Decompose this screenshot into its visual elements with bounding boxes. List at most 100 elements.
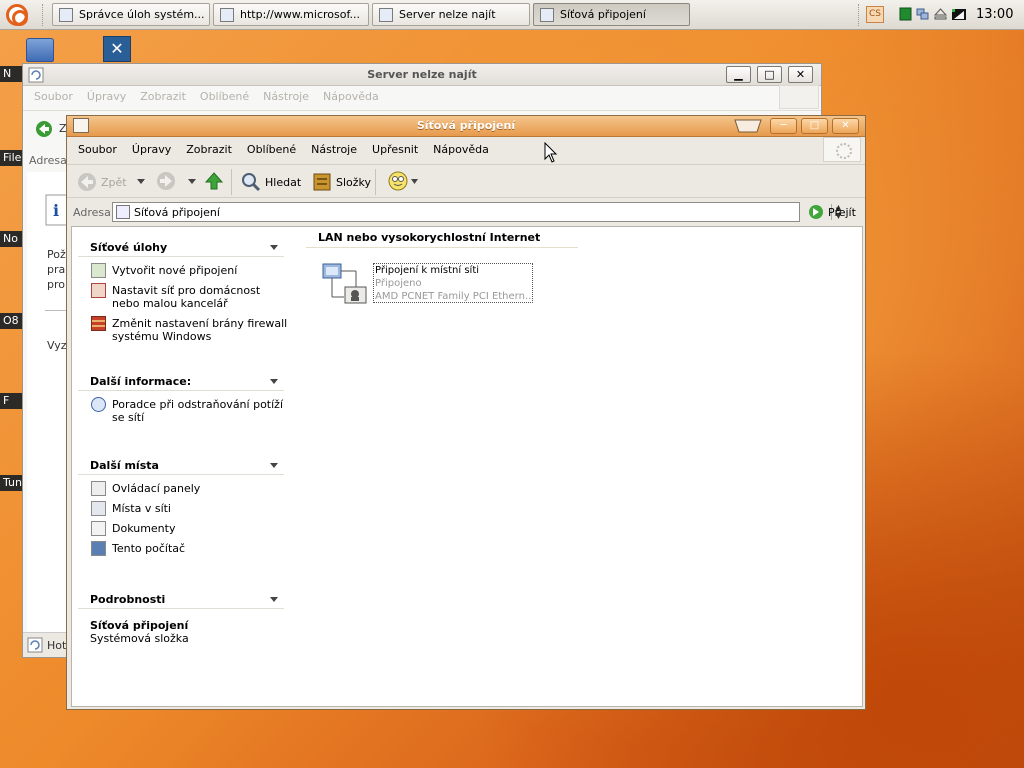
details-title: Síťová připojení (90, 619, 189, 632)
lan-section-header: LAN nebo vysokorychlostní Internet (306, 231, 578, 248)
collapse-caret-icon[interactable] (270, 597, 278, 602)
task-item-home-network[interactable]: Nastavit síť pro domácnost nebo malou ka… (78, 283, 288, 310)
svg-text:i: i (53, 201, 59, 220)
eject-icon[interactable] (934, 7, 947, 21)
views-smiley-icon[interactable] (387, 170, 411, 192)
battery-power-icon[interactable] (951, 7, 968, 21)
folders-button[interactable]: Složky (312, 171, 371, 193)
connection-name: Připojení k místní síti (375, 265, 480, 276)
close-button[interactable]: ✕ (788, 66, 813, 83)
window-shade-icon[interactable] (733, 118, 763, 134)
forward-arrow-icon[interactable] (156, 171, 176, 191)
chevron-down-icon[interactable] (411, 179, 418, 185)
task-item-network-places[interactable]: Místa v síti (78, 501, 288, 516)
menu-item-nastroje[interactable]: Nástroje (263, 90, 309, 103)
task-item-my-computer[interactable]: Tento počítač (78, 541, 288, 556)
folders-button-label: Složky (336, 175, 372, 189)
desktop-icon-label[interactable]: N (0, 66, 22, 82)
menu-item-soubor[interactable]: Soubor (78, 143, 117, 156)
collapse-caret-icon[interactable] (270, 463, 278, 468)
chevron-down-icon[interactable] (188, 179, 196, 185)
connection-label-box[interactable]: Připojení k místní síti Připojeno AMD PC… (373, 263, 533, 303)
menu-item-upravy[interactable]: Úpravy (87, 90, 126, 103)
address-input[interactable]: Síťová připojení ▲ ▼ (112, 202, 842, 222)
ubuntu-logo-icon[interactable] (6, 4, 28, 26)
window-titlebar[interactable]: Síťová připojení ─ □ ✕ (67, 116, 865, 137)
toolbar-divider (23, 110, 821, 111)
menu-item-napoveda[interactable]: Nápověda (433, 143, 489, 156)
task-group-header[interactable]: Další informace: (78, 371, 284, 391)
taskbar-button-server-not-found[interactable]: Server nelze najít (372, 3, 530, 26)
task-item-documents[interactable]: Dokumenty (78, 521, 288, 536)
search-button[interactable]: Hledat (241, 171, 301, 193)
desktop-folder-icon[interactable] (26, 38, 54, 62)
desktop-icon-label[interactable]: O8 (0, 313, 22, 329)
back-arrow-icon[interactable] (35, 120, 53, 138)
taskbar-button-task-manager[interactable]: Správce úloh systém... (52, 3, 210, 26)
task-item-new-connection[interactable]: Vytvořit nové připojení (78, 263, 288, 278)
new-connection-icon (91, 263, 106, 278)
activity-throbber (823, 137, 861, 162)
system-monitor-icon[interactable] (899, 7, 912, 21)
task-item-label: Dokumenty (112, 522, 176, 535)
task-group-header[interactable]: Další místa (78, 455, 284, 475)
maximize-button[interactable]: □ (801, 118, 828, 134)
toolbar-separator (231, 169, 232, 195)
chevron-down-icon[interactable] (137, 179, 145, 185)
minimize-button[interactable]: ▁ (726, 66, 751, 83)
details-subtitle: Systémová složka (90, 632, 189, 645)
menu-item-upresnit[interactable]: Upřesnit (372, 143, 418, 156)
top-panel: Správce úloh systém... http://www.micros… (0, 0, 1024, 30)
task-group-title: Další místa (90, 459, 159, 472)
taskbar-button-network-connections[interactable]: Síťová připojení (533, 3, 690, 26)
task-item-troubleshooter[interactable]: Poradce při odstraňování potíží se sítí (78, 397, 288, 424)
up-folder-icon[interactable] (204, 171, 224, 191)
menu-item-upravy[interactable]: Úpravy (132, 143, 171, 156)
local-area-connection-item[interactable]: Připojení k místní síti Připojeno AMD PC… (322, 263, 536, 305)
task-item-label: Místa v síti (112, 502, 171, 515)
background-window-menubar: Soubor Úpravy Zobrazit Oblíbené Nástroje… (34, 90, 379, 103)
collapse-caret-icon[interactable] (270, 379, 278, 384)
background-statusbar: Hoto (23, 632, 73, 657)
back-button[interactable]: Zpět (77, 171, 127, 193)
close-button[interactable]: ✕ (832, 118, 859, 134)
menu-item-oblibene[interactable]: Oblíbené (200, 90, 249, 103)
documents-icon (91, 521, 106, 536)
background-window-title: Server nelze najít (367, 68, 477, 81)
menu-item-oblibene[interactable]: Oblíbené (247, 143, 296, 156)
desktop-icon-label[interactable]: F (0, 393, 22, 409)
browser-page-icon (220, 7, 234, 22)
network-connections-icon (116, 205, 130, 219)
network-places-icon (91, 501, 106, 516)
panel-clock[interactable]: 13:00 (976, 7, 1013, 22)
main-toolbar: Zpět Hledat Složky (67, 164, 865, 198)
menu-item-zobrazit[interactable]: Zobrazit (186, 143, 232, 156)
menu-item-napoveda[interactable]: Nápověda (323, 90, 379, 103)
taskbar-button-browser-microsoft[interactable]: http://www.microsof... (213, 3, 369, 26)
menu-item-zobrazit[interactable]: Zobrazit (140, 90, 186, 103)
menu-item-nastroje[interactable]: Nástroje (311, 143, 357, 156)
desktop-icon-label[interactable]: No (0, 231, 22, 247)
address-bar: Adresa Síťová připojení ▲ ▼ Přejít (67, 200, 865, 224)
go-button[interactable]: Přejít (808, 204, 856, 220)
task-group-header[interactable]: Síťové úlohy (78, 237, 284, 257)
keyboard-layout-indicator[interactable]: CS (866, 6, 884, 23)
network-status-icon[interactable] (916, 7, 929, 21)
desktop-icon-label[interactable]: File (0, 150, 22, 166)
task-item-firewall[interactable]: Změnit nastavení brány firewall systému … (78, 316, 288, 343)
menu-item-soubor[interactable]: Soubor (34, 90, 73, 103)
address-value: Síťová připojení (134, 206, 220, 219)
task-group-header[interactable]: Podrobnosti (78, 589, 284, 609)
background-window-titlebar[interactable]: Server nelze najít ▁ □ ✕ (23, 64, 821, 86)
desktop-icon-label[interactable]: Tune (0, 475, 22, 491)
page-text-fragment: Vyz (47, 339, 67, 352)
maximize-button[interactable]: □ (757, 66, 782, 83)
page-text-fragment: pro (47, 278, 65, 291)
task-item-control-panel[interactable]: Ovládací panely (78, 481, 288, 496)
connection-device: AMD PCNET Family PCI Ethern... (375, 291, 533, 302)
collapse-caret-icon[interactable] (270, 245, 278, 250)
minimize-button[interactable]: ─ (770, 118, 797, 134)
desktop-application-icon[interactable]: ✕ (103, 36, 131, 62)
connection-status: Připojeno (375, 278, 422, 289)
network-connections-window[interactable]: Síťová připojení ─ □ ✕ Soubor Úpravy Zob… (66, 115, 866, 710)
